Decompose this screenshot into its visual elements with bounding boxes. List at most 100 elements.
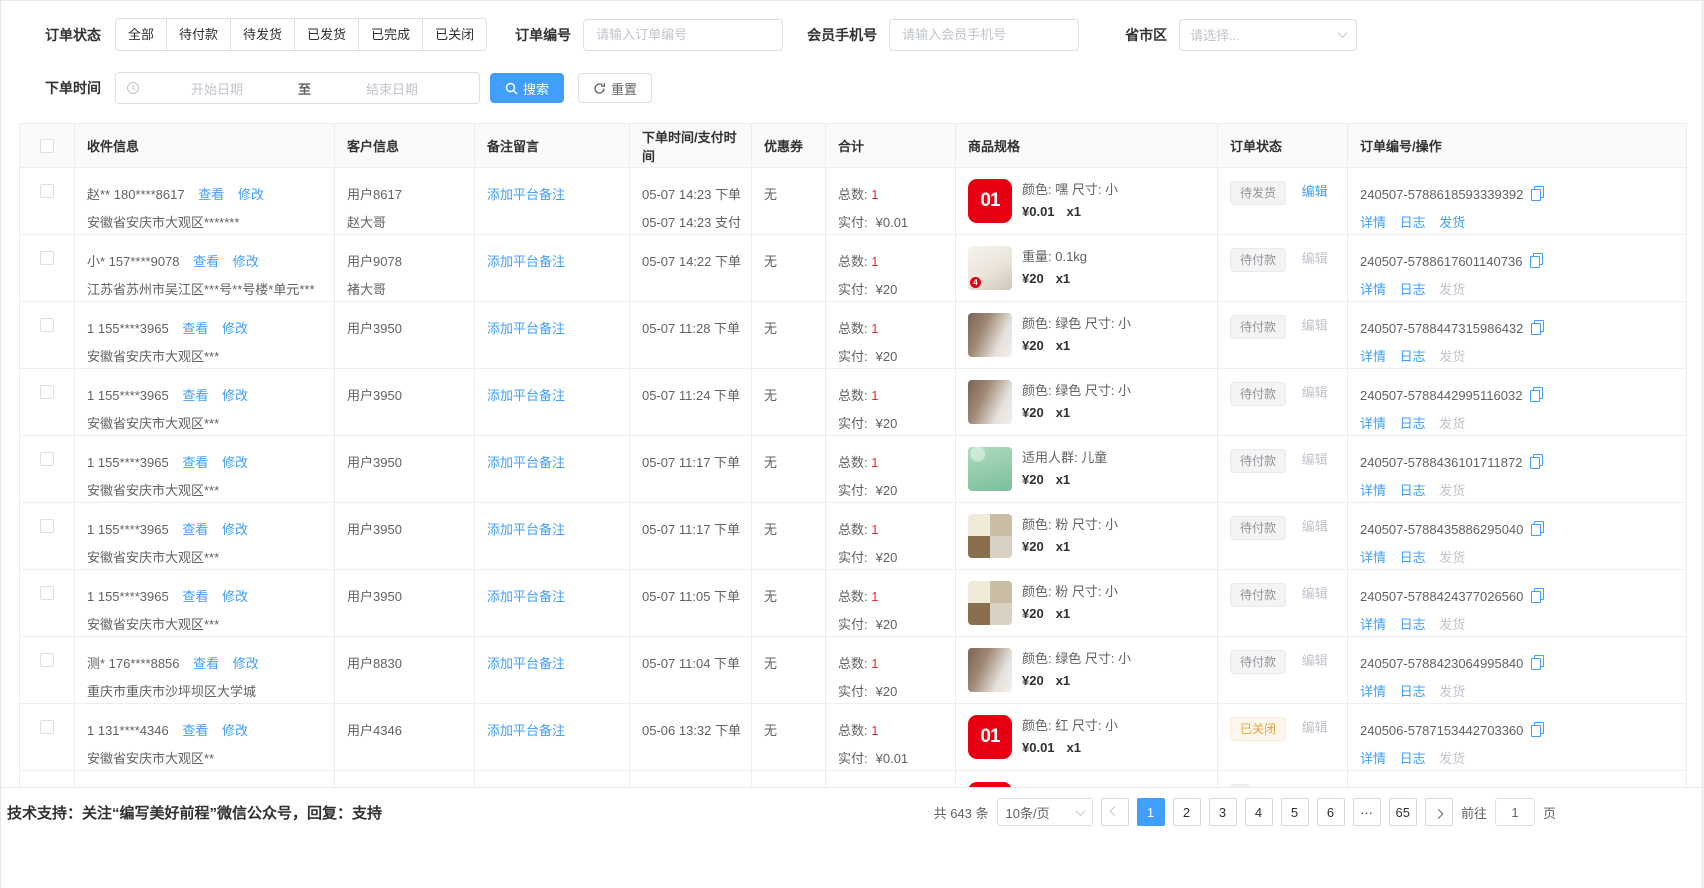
row-checkbox[interactable] — [40, 519, 54, 533]
ship-link[interactable]: 发货 — [1439, 215, 1465, 230]
ship-link[interactable]: 发货 — [1439, 550, 1465, 565]
status-filter-button-1[interactable]: 待付款 — [166, 19, 230, 50]
page-button-65[interactable]: 65 — [1389, 798, 1417, 826]
ship-link[interactable]: 发货 — [1439, 684, 1465, 699]
copy-icon[interactable] — [1530, 253, 1543, 268]
detail-link[interactable]: 详情 — [1360, 349, 1386, 364]
prev-page-button[interactable] — [1101, 798, 1129, 826]
page-button-6[interactable]: 6 — [1317, 798, 1345, 826]
modify-recipient-link[interactable]: 修改 — [222, 522, 248, 537]
ship-link[interactable]: 发货 — [1439, 282, 1465, 297]
view-recipient-link[interactable]: 查看 — [182, 321, 208, 336]
copy-icon[interactable] — [1531, 722, 1544, 737]
edit-order-link[interactable]: 编辑 — [1302, 586, 1328, 601]
edit-order-link[interactable]: 编辑 — [1302, 318, 1328, 333]
ship-link[interactable]: 发货 — [1439, 483, 1465, 498]
detail-link[interactable]: 详情 — [1360, 483, 1386, 498]
ship-link[interactable]: 发货 — [1439, 617, 1465, 632]
page-button-3[interactable]: 3 — [1209, 798, 1237, 826]
search-button[interactable]: 搜索 — [490, 73, 564, 103]
modify-recipient-link[interactable]: 修改 — [222, 723, 248, 738]
view-recipient-link[interactable]: 查看 — [198, 187, 224, 202]
status-filter-button-2[interactable]: 待发货 — [230, 19, 294, 50]
copy-icon[interactable] — [1531, 521, 1544, 536]
modify-recipient-link[interactable]: 修改 — [222, 589, 248, 604]
log-link[interactable]: 日志 — [1400, 684, 1426, 699]
add-platform-note-link[interactable]: 添加平台备注 — [487, 321, 565, 336]
add-platform-note-link[interactable]: 添加平台备注 — [487, 589, 565, 604]
page-button-2[interactable]: 2 — [1173, 798, 1201, 826]
edit-order-link[interactable]: 编辑 — [1302, 251, 1328, 266]
view-recipient-link[interactable]: 查看 — [182, 388, 208, 403]
row-checkbox[interactable] — [40, 251, 54, 265]
view-recipient-link[interactable]: 查看 — [182, 522, 208, 537]
page-button-4[interactable]: 4 — [1245, 798, 1273, 826]
status-filter-button-5[interactable]: 已关闭 — [422, 19, 486, 50]
detail-link[interactable]: 详情 — [1360, 215, 1386, 230]
copy-icon[interactable] — [1531, 588, 1544, 603]
phone-input[interactable] — [889, 19, 1079, 51]
ship-link[interactable]: 发货 — [1439, 751, 1465, 766]
copy-icon[interactable] — [1531, 655, 1544, 670]
log-link[interactable]: 日志 — [1400, 215, 1426, 230]
modify-recipient-link[interactable]: 修改 — [233, 254, 259, 269]
detail-link[interactable]: 详情 — [1360, 282, 1386, 297]
goto-page-input[interactable] — [1495, 798, 1535, 826]
modify-recipient-link[interactable]: 修改 — [238, 187, 264, 202]
modify-recipient-link[interactable]: 修改 — [222, 455, 248, 470]
modify-recipient-link[interactable]: 修改 — [222, 388, 248, 403]
copy-icon[interactable] — [1531, 186, 1544, 201]
region-select[interactable]: 请选择... — [1179, 19, 1357, 51]
modify-recipient-link[interactable]: 修改 — [222, 321, 248, 336]
order-no-input[interactable] — [583, 19, 783, 51]
page-button-5[interactable]: 5 — [1281, 798, 1309, 826]
detail-link[interactable]: 详情 — [1360, 751, 1386, 766]
edit-order-link[interactable]: 编辑 — [1302, 452, 1328, 467]
log-link[interactable]: 日志 — [1400, 617, 1426, 632]
row-checkbox[interactable] — [40, 586, 54, 600]
add-platform-note-link[interactable]: 添加平台备注 — [487, 388, 565, 403]
add-platform-note-link[interactable]: 添加平台备注 — [487, 254, 565, 269]
more-pages-button[interactable]: ··· — [1353, 798, 1381, 826]
status-filter-button-0[interactable]: 全部 — [116, 19, 166, 50]
log-link[interactable]: 日志 — [1400, 751, 1426, 766]
start-date-placeholder[interactable]: 开始日期 — [140, 79, 294, 98]
edit-order-link[interactable]: 编辑 — [1302, 720, 1328, 735]
detail-link[interactable]: 详情 — [1360, 684, 1386, 699]
status-filter-button-3[interactable]: 已发货 — [294, 19, 358, 50]
end-date-placeholder[interactable]: 结束日期 — [315, 79, 469, 98]
view-recipient-link[interactable]: 查看 — [182, 455, 208, 470]
log-link[interactable]: 日志 — [1400, 416, 1426, 431]
status-filter-button-4[interactable]: 已完成 — [358, 19, 422, 50]
copy-icon[interactable] — [1530, 387, 1543, 402]
select-all-checkbox[interactable] — [40, 139, 54, 153]
ship-link[interactable]: 发货 — [1439, 349, 1465, 364]
row-checkbox[interactable] — [40, 184, 54, 198]
row-checkbox[interactable] — [40, 318, 54, 332]
add-platform-note-link[interactable]: 添加平台备注 — [487, 455, 565, 470]
log-link[interactable]: 日志 — [1400, 550, 1426, 565]
add-platform-note-link[interactable]: 添加平台备注 — [487, 656, 565, 671]
row-checkbox[interactable] — [40, 653, 54, 667]
next-page-button[interactable] — [1425, 798, 1453, 826]
view-recipient-link[interactable]: 查看 — [193, 656, 219, 671]
add-platform-note-link[interactable]: 添加平台备注 — [487, 522, 565, 537]
view-recipient-link[interactable]: 查看 — [182, 589, 208, 604]
detail-link[interactable]: 详情 — [1360, 617, 1386, 632]
modify-recipient-link[interactable]: 修改 — [233, 656, 259, 671]
row-checkbox[interactable] — [40, 385, 54, 399]
page-size-select[interactable]: 10条/页 — [997, 798, 1093, 826]
copy-icon[interactable] — [1531, 320, 1544, 335]
edit-order-link[interactable]: 编辑 — [1302, 653, 1328, 668]
copy-icon[interactable] — [1530, 454, 1543, 469]
edit-order-link[interactable]: 编辑 — [1302, 184, 1328, 199]
detail-link[interactable]: 详情 — [1360, 416, 1386, 431]
detail-link[interactable]: 详情 — [1360, 550, 1386, 565]
log-link[interactable]: 日志 — [1400, 282, 1426, 297]
edit-order-link[interactable]: 编辑 — [1302, 519, 1328, 534]
add-platform-note-link[interactable]: 添加平台备注 — [487, 187, 565, 202]
view-recipient-link[interactable]: 查看 — [193, 254, 219, 269]
reset-button[interactable]: 重置 — [578, 73, 652, 103]
date-range-picker[interactable]: 开始日期 至 结束日期 — [115, 72, 480, 104]
view-recipient-link[interactable]: 查看 — [182, 723, 208, 738]
